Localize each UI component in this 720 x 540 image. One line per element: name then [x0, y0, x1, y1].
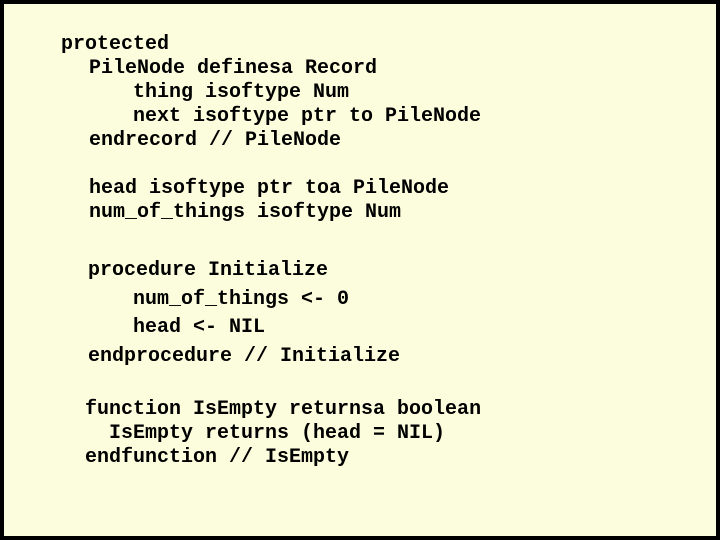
code-line-num-of-things-assign: num_of_things <- 0	[133, 288, 350, 311]
code-line-next-field: next isoftype ptr to PileNode	[133, 105, 482, 128]
code-line-thing-field: thing isoftype Num	[133, 81, 350, 104]
code-line-head-assign: head <- NIL	[133, 316, 266, 339]
code-line-protected: protected	[61, 33, 170, 56]
code-line-procedure-initialize: procedure Initialize	[88, 259, 329, 282]
code-line-record-definition: PileNode definesa Record	[89, 57, 378, 80]
code-line-function-isempty: function IsEmpty returnsa boolean	[85, 398, 482, 421]
code-line-num-of-things-declaration: num_of_things isoftype Num	[89, 201, 402, 224]
code-line-endfunction: endfunction // IsEmpty	[85, 446, 350, 469]
code-line-endrecord: endrecord // PileNode	[89, 129, 342, 152]
code-line-isempty-returns: IsEmpty returns (head = NIL)	[109, 422, 446, 445]
code-line-endprocedure: endprocedure // Initialize	[88, 345, 401, 368]
slide: protected PileNode definesa Record thing…	[0, 0, 720, 540]
code-line-head-declaration: head isoftype ptr toa PileNode	[89, 177, 450, 200]
